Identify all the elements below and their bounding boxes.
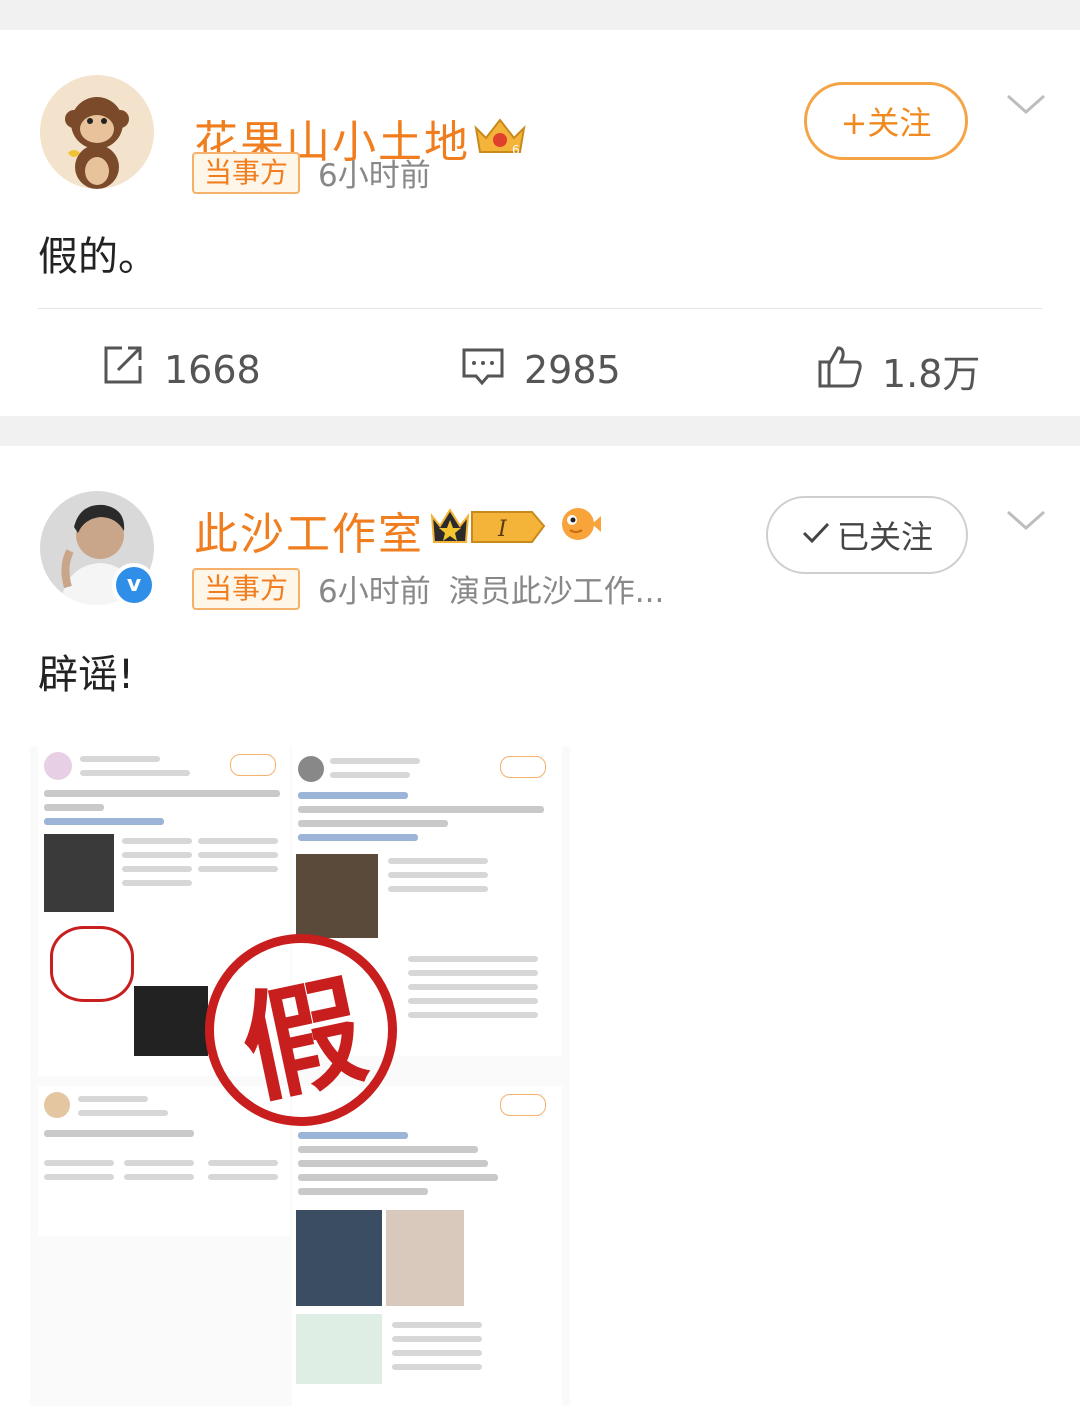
- post-card-1: 花果山小土地 6 当事方 6小时前 +关注 假的。 1668 2985 1.8万: [0, 30, 1080, 416]
- svg-text:6: 6: [512, 143, 520, 157]
- chevron-down-icon[interactable]: [1004, 90, 1048, 122]
- comment-count: 2985: [524, 347, 621, 392]
- username[interactable]: 此沙工作室: [194, 498, 424, 562]
- stamp-text: 假: [229, 958, 377, 1122]
- check-icon: [801, 516, 831, 554]
- following-button[interactable]: 已关注: [766, 496, 968, 574]
- comment-icon: [460, 342, 506, 397]
- repost-count: 1668: [164, 347, 261, 392]
- following-label: 已关注: [836, 518, 933, 556]
- top-spacer: [0, 0, 1080, 30]
- thumbs-up-icon: [816, 342, 864, 399]
- post-separator: [0, 416, 1080, 446]
- party-tag: 当事方: [192, 151, 301, 194]
- post-card-2: v 此沙工作室 I 当事方 6小时前 演员此沙工作... 已关注 辟谣! 假: [0, 446, 1080, 1409]
- screenshot-tile: [292, 1086, 562, 1406]
- avatar[interactable]: v: [40, 491, 156, 607]
- follow-button[interactable]: +关注: [804, 82, 968, 160]
- post-source[interactable]: 演员此沙工作...: [449, 566, 665, 611]
- comment-button[interactable]: 2985: [460, 342, 621, 397]
- pufferfish-badge-icon[interactable]: [556, 500, 602, 550]
- post-text: 辟谣!: [38, 652, 135, 698]
- post-meta: 当事方 6小时前: [192, 150, 431, 195]
- like-button[interactable]: 1.8万: [816, 342, 980, 399]
- verified-badge-icon: v: [112, 563, 156, 607]
- divider: [38, 308, 1042, 309]
- repost-button[interactable]: 1668: [100, 342, 261, 397]
- post-image[interactable]: 假: [30, 746, 570, 1406]
- party-tag: 当事方: [192, 567, 301, 610]
- post-text: 假的。: [38, 234, 158, 280]
- post-time: 6小时前: [318, 574, 431, 610]
- monkey-avatar-icon: [40, 75, 154, 189]
- crown-level-badge-icon[interactable]: I: [428, 504, 548, 552]
- crown-badge-icon[interactable]: 6: [472, 114, 528, 162]
- chevron-down-icon[interactable]: [1004, 506, 1048, 538]
- post-meta: 当事方 6小时前 演员此沙工作...: [192, 566, 664, 611]
- svg-text:I: I: [497, 517, 508, 542]
- repost-icon: [100, 342, 146, 397]
- like-count: 1.8万: [882, 352, 981, 396]
- avatar[interactable]: [40, 75, 154, 189]
- post-time: 6小时前: [318, 158, 431, 194]
